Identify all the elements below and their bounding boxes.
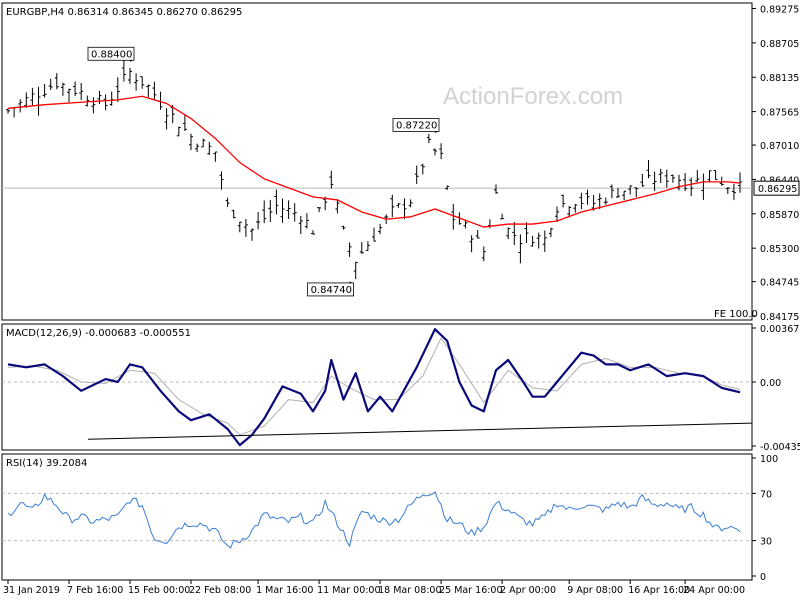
price-panel[interactable]: 0.892750.887050.881350.875650.870100.864… [1, 2, 800, 323]
rsi-tick-label: 0 [760, 572, 766, 583]
price-tick-label: 0.87010 [760, 141, 799, 152]
x-tick-label: 22 Feb 08:00 [189, 585, 251, 596]
x-tick-label: 31 Jan 2019 [3, 585, 60, 596]
x-tick-label: 1 Mar 16:00 [256, 585, 313, 596]
moving-average-line [7, 95, 741, 228]
rsi-tick-label: 30 [760, 537, 772, 548]
x-axis: 31 Jan 2019 7 Feb 16:00 15 Feb 00:0022 Feb… [3, 580, 745, 596]
price-tick-label: 0.89275 [760, 5, 799, 16]
macd-signal-line [7, 336, 741, 436]
x-tick-label: 11 Mar 00:00 [317, 585, 380, 596]
annotation-label: 0.87220 [396, 120, 437, 131]
macd-main-line [7, 328, 741, 447]
price-tick-label: 0.88705 [760, 39, 799, 50]
rsi-tick-label: 70 [760, 489, 772, 500]
rsi-frame [1, 453, 753, 581]
macd-frame [1, 323, 753, 451]
rsi-title: RSI(14) 39.2084 [6, 458, 87, 469]
rsi-tick-label: 100 [760, 454, 778, 465]
macd-tick-label: 0.003678 [760, 324, 800, 335]
price-tick-label: 0.85870 [760, 210, 799, 221]
rsi-panel[interactable]: 100 70 30 0 RSI(14) 39.2084 [1, 453, 778, 583]
last-price-label: 0.86295 [758, 184, 797, 195]
x-tick-label: 15 Feb 00:00 [128, 585, 190, 596]
x-tick-label: 2 Apr 00:00 [500, 585, 556, 596]
annotation-label: 0.84740 [311, 285, 352, 296]
x-tick-label: 24 Apr 00:00 [683, 585, 745, 596]
rsi-line [7, 491, 741, 549]
macd-trendline [87, 422, 753, 440]
price-tick-label: 0.88135 [760, 73, 799, 84]
price-title: EURGBP,H4 0.86314 0.86345 0.86270 0.8629… [6, 7, 242, 18]
macd-tick-label: 0.00 [760, 378, 781, 389]
macd-title: MACD(12,26,9) -0.000683 -0.000551 [6, 328, 191, 339]
x-tick-label: 18 Mar 08:00 [378, 585, 441, 596]
macd-tick-label: -0.004359 [760, 442, 800, 453]
watermark-text: ActionForex.com [443, 83, 623, 110]
price-tick-label: 0.87565 [760, 108, 799, 119]
price-tick-label: 0.85300 [760, 244, 799, 255]
x-tick-label: 25 Mar 16:00 [439, 585, 502, 596]
price-tick-label: 0.84745 [760, 278, 799, 289]
annotation-label: 0.88400 [91, 49, 132, 60]
chart-root: 0.892750.887050.881350.875650.870100.864… [1, 2, 800, 596]
x-tick-label: 9 Apr 08:00 [567, 585, 623, 596]
candles [6, 59, 742, 280]
x-tick-label: 7 Feb 16:00 [67, 585, 123, 596]
fe-label: FE 100.0 [714, 309, 758, 320]
price-tick-label: 0.84175 [760, 312, 799, 323]
macd-panel[interactable]: 0.003678 0.00 -0.004359 MACD(12,26,9) -0.00… [1, 323, 800, 453]
x-tick-label: 16 Apr 16:00 [628, 585, 690, 596]
